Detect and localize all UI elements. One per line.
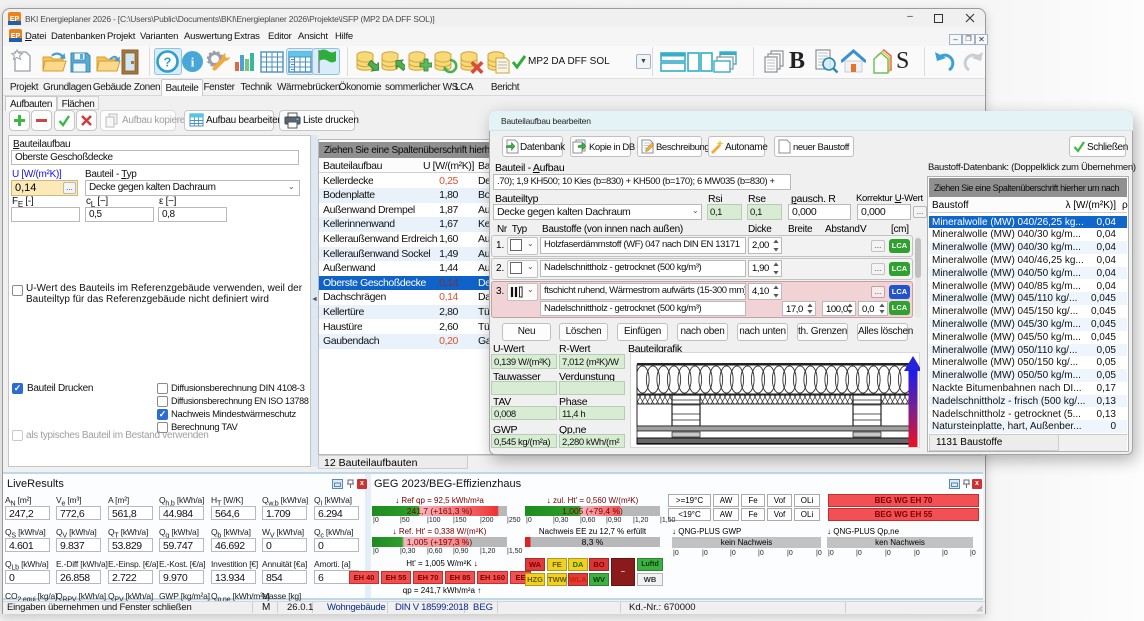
- svg-text:EP: EP: [11, 33, 21, 40]
- svg-text:EP: EP: [10, 16, 20, 23]
- svg-text:?: ?: [164, 55, 172, 70]
- svg-text:i: i: [191, 55, 195, 70]
